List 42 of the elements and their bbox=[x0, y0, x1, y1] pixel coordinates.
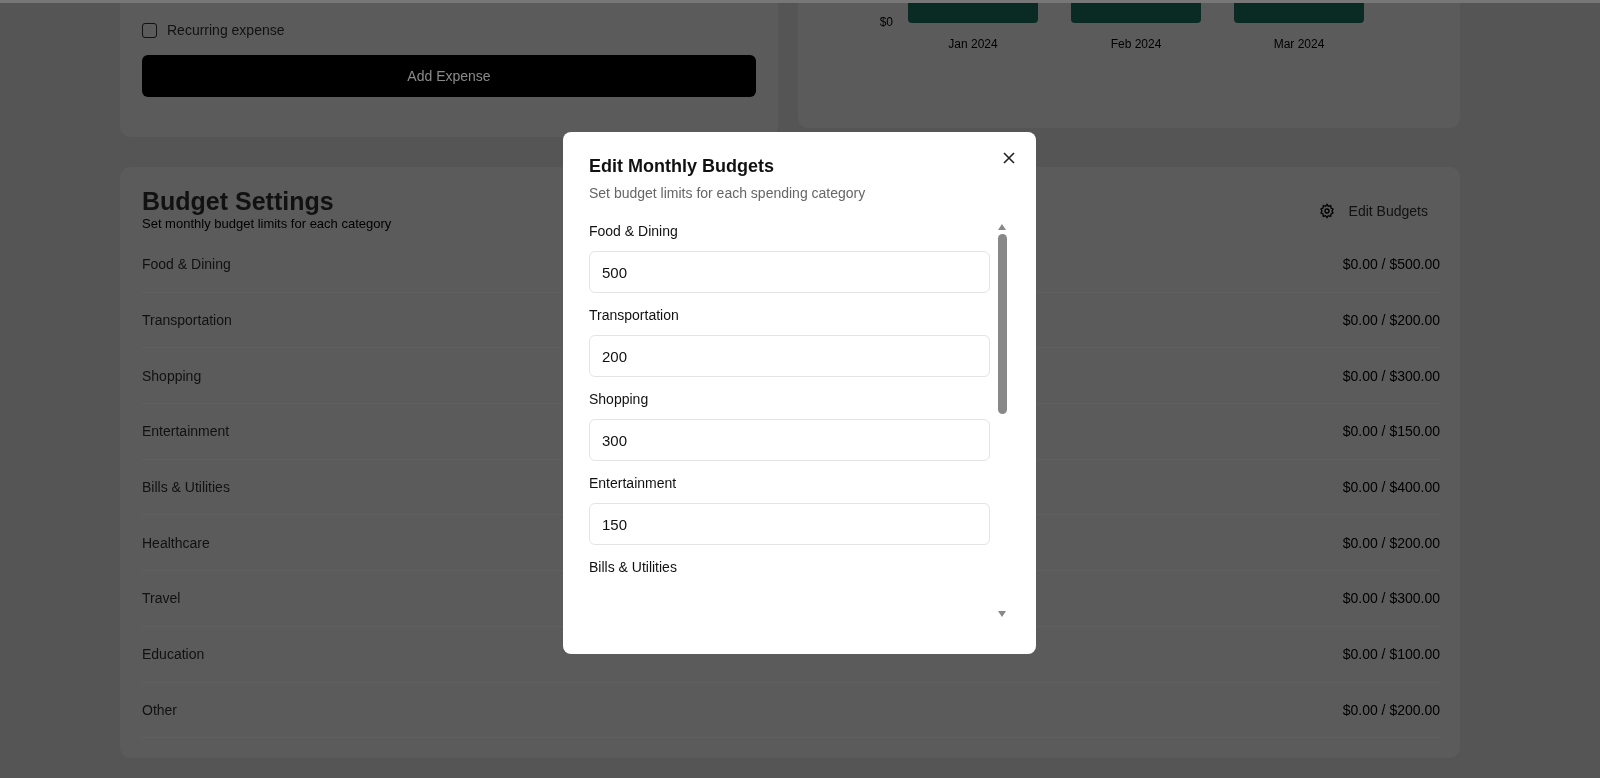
budget-input[interactable]: 200 bbox=[589, 335, 990, 377]
category-name: Entertainment bbox=[142, 423, 230, 440]
category-name: Bills & Utilities bbox=[142, 479, 230, 496]
settings-icon bbox=[1318, 203, 1335, 219]
budget-amount: $0.00 / $100.00 bbox=[1342, 646, 1440, 663]
budget-amount: $0.00 / $300.00 bbox=[1342, 590, 1440, 607]
category-name: Transportation bbox=[142, 312, 232, 329]
budget-input[interactable]: 300 bbox=[589, 419, 990, 461]
scrollbar-thumb[interactable] bbox=[997, 234, 1007, 414]
x-axis-label: Mar 2024 bbox=[1273, 37, 1325, 51]
budget-amount: $0.00 / $200.00 bbox=[1342, 312, 1440, 329]
field-label: Transportation bbox=[589, 307, 680, 323]
dialog-subtitle: Set budget limits for each spending category bbox=[589, 185, 867, 201]
recurring-checkbox[interactable] bbox=[142, 22, 157, 38]
recurring-label: Recurring expense bbox=[167, 22, 285, 38]
field-label: Bills & Utilities bbox=[589, 559, 678, 575]
scroll-up-icon[interactable] bbox=[997, 223, 1007, 231]
dialog-title: Edit Monthly Budgets bbox=[589, 156, 775, 177]
budget-amount: $0.00 / $200.00 bbox=[1342, 534, 1440, 551]
category-name: Education bbox=[142, 646, 205, 663]
add-expense-button[interactable]: Add Expense bbox=[142, 55, 756, 97]
budget-input[interactable]: 500 bbox=[589, 251, 990, 293]
field-label: Entertainment bbox=[589, 475, 678, 491]
budget-amount: $0.00 / $150.00 bbox=[1342, 423, 1440, 440]
budget-amount: $0.00 / $200.00 bbox=[1342, 701, 1440, 718]
category-name: Healthcare bbox=[142, 534, 210, 551]
budget-amount: $0.00 / $400.00 bbox=[1342, 479, 1440, 496]
category-name: Travel bbox=[142, 590, 181, 607]
field-label: Food & Dining bbox=[589, 223, 679, 239]
section-subtitle: Set monthly budget limits for each category bbox=[142, 216, 392, 231]
category-name: Other bbox=[142, 701, 177, 718]
category-name: Food & Dining bbox=[142, 256, 231, 273]
budget-amount: $0.00 / $300.00 bbox=[1342, 367, 1440, 384]
scroll-down-icon[interactable] bbox=[997, 610, 1007, 618]
budget-amount: $0.00 / $500.00 bbox=[1342, 256, 1440, 273]
budget-input[interactable]: 150 bbox=[589, 503, 990, 545]
x-axis-label: Feb 2024 bbox=[1110, 37, 1162, 51]
x-axis-label: Jan 2024 bbox=[948, 37, 998, 51]
section-title: Budget Settings bbox=[142, 187, 335, 216]
y-axis-tick: $0 bbox=[878, 15, 894, 29]
field-label: Shopping bbox=[589, 391, 650, 407]
category-name: Shopping bbox=[142, 367, 202, 384]
